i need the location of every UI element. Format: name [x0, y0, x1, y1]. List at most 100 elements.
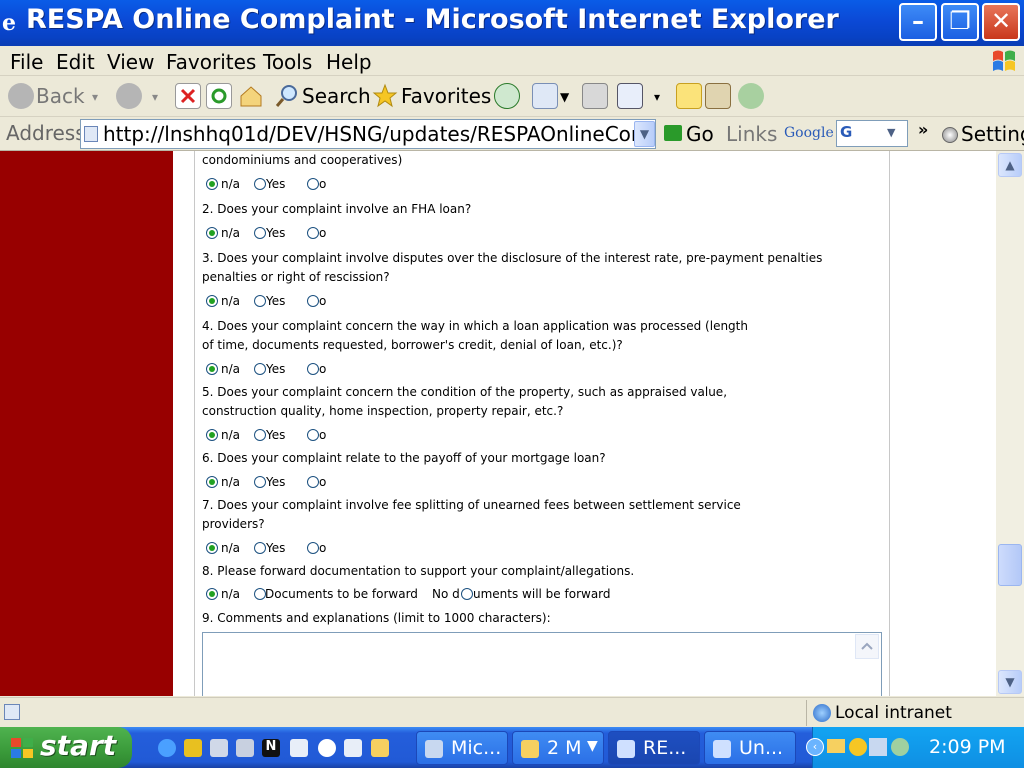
- tray-expand-icon[interactable]: ‹: [806, 738, 824, 756]
- quicklaunch-desktop-icon[interactable]: [344, 739, 362, 757]
- search-icon[interactable]: [274, 83, 300, 109]
- back-button[interactable]: Back: [36, 84, 85, 108]
- links-button[interactable]: Links: [726, 122, 777, 146]
- question-6-text: 6. Does your complaint relate to the pay…: [202, 451, 606, 465]
- task-respa[interactable]: RE...: [608, 731, 700, 765]
- tray-clock-icon[interactable]: [849, 738, 867, 756]
- url-dropdown-icon[interactable]: ▼: [634, 121, 655, 147]
- radio-yes[interactable]: [254, 227, 266, 239]
- search-button[interactable]: Search: [302, 84, 371, 108]
- radio-yes-label: Yes: [266, 226, 286, 240]
- forward-arrow-icon[interactable]: [116, 83, 142, 109]
- task-microsoft[interactable]: Mic...: [416, 731, 508, 765]
- menu-file[interactable]: File: [10, 50, 43, 74]
- home-icon[interactable]: [238, 83, 264, 109]
- radio-yes[interactable]: [254, 295, 266, 307]
- mail-icon[interactable]: [532, 83, 558, 109]
- radio-no-docs[interactable]: [461, 588, 473, 600]
- radio-no[interactable]: [307, 178, 319, 190]
- back-dropdown-icon[interactable]: ▾: [92, 90, 98, 104]
- task-outlook-icon: [425, 740, 443, 758]
- favorites-star-icon[interactable]: [372, 83, 398, 109]
- address-bar: Address http://lnshhq01d/DEV/HSNG/update…: [0, 117, 1024, 151]
- menu-tools[interactable]: Tools: [263, 50, 312, 74]
- radio-na-label: n/a: [221, 541, 241, 555]
- maximize-button[interactable]: ❐: [941, 3, 979, 41]
- radio-na[interactable]: [206, 295, 218, 307]
- scroll-up-button[interactable]: ▲: [998, 153, 1022, 177]
- quicklaunch-media-icon[interactable]: [318, 739, 336, 757]
- tray-mail-icon[interactable]: [827, 739, 845, 753]
- quicklaunch-app-icon[interactable]: [184, 739, 202, 757]
- messenger-icon[interactable]: [738, 83, 764, 109]
- toolbar-overflow-icon[interactable]: »: [918, 120, 928, 139]
- stop-icon[interactable]: [175, 83, 201, 109]
- page-viewport: condominiums and cooperatives) 2. Does y…: [0, 151, 1024, 696]
- edit-dropdown-icon[interactable]: ▾: [654, 90, 660, 104]
- quicklaunch-n-icon[interactable]: N: [262, 739, 280, 757]
- back-arrow-icon[interactable]: [8, 83, 34, 109]
- radio-na[interactable]: [206, 542, 218, 554]
- task-untitled[interactable]: Un...: [704, 731, 796, 765]
- close-button[interactable]: ✕: [982, 3, 1020, 41]
- google-search-box[interactable]: G ▼: [836, 120, 908, 147]
- research-icon[interactable]: [705, 83, 731, 109]
- radio-no[interactable]: [307, 476, 319, 488]
- radio-yes[interactable]: [254, 363, 266, 375]
- settings-button[interactable]: Settings: [961, 122, 1024, 146]
- scroll-down-button[interactable]: ▼: [998, 670, 1022, 694]
- radio-na[interactable]: [206, 429, 218, 441]
- google-dropdown-icon[interactable]: ▼: [887, 126, 895, 139]
- title-bar[interactable]: e RESPA Online Complaint - Microsoft Int…: [0, 0, 1024, 46]
- clock[interactable]: 2:09 PM: [929, 736, 1006, 758]
- minimize-button[interactable]: –: [899, 3, 937, 41]
- quicklaunch-calc-icon[interactable]: [236, 739, 254, 757]
- radio-docs-forward-label: Documents to be forward: [265, 587, 418, 601]
- radio-yes[interactable]: [254, 476, 266, 488]
- go-arrow-icon[interactable]: [664, 125, 682, 141]
- task-group-2[interactable]: 2 M ▼: [512, 731, 604, 765]
- edit-icon[interactable]: [617, 83, 643, 109]
- refresh-icon[interactable]: [206, 83, 232, 109]
- start-button[interactable]: start: [0, 727, 132, 768]
- radio-no[interactable]: [307, 295, 319, 307]
- quicklaunch-window-icon[interactable]: [290, 739, 308, 757]
- radio-no[interactable]: [307, 363, 319, 375]
- radio-no[interactable]: [307, 429, 319, 441]
- question-3-text-line2: penalties or right of rescission?: [202, 270, 390, 284]
- radio-na[interactable]: [206, 476, 218, 488]
- textarea-scroll-up-button[interactable]: [855, 634, 879, 659]
- radio-yes[interactable]: [254, 542, 266, 554]
- forward-dropdown-icon[interactable]: ▾: [152, 90, 158, 104]
- radio-yes[interactable]: [254, 429, 266, 441]
- menu-favorites[interactable]: Favorites: [166, 50, 256, 74]
- radio-na[interactable]: [206, 178, 218, 190]
- radio-na[interactable]: [206, 363, 218, 375]
- quicklaunch-folder-icon[interactable]: [371, 739, 389, 757]
- radio-no[interactable]: [307, 227, 319, 239]
- discuss-icon[interactable]: [676, 83, 702, 109]
- radio-na[interactable]: [206, 588, 218, 600]
- menu-help[interactable]: Help: [326, 50, 372, 74]
- content-border-left: [194, 151, 195, 696]
- url-input[interactable]: http://lnshhq01d/DEV/HSNG/updates/RESPAO…: [80, 119, 656, 149]
- history-icon[interactable]: [494, 83, 520, 109]
- scroll-thumb[interactable]: [998, 544, 1022, 586]
- quicklaunch-explorer-icon[interactable]: [210, 739, 228, 757]
- settings-radio-icon[interactable]: [942, 127, 958, 143]
- print-icon[interactable]: [582, 83, 608, 109]
- radio-no-label: o: [319, 177, 327, 191]
- favorites-button[interactable]: Favorites: [401, 84, 491, 108]
- quicklaunch-ie-icon[interactable]: [158, 739, 176, 757]
- page-scrollbar[interactable]: ▲ ▼: [996, 151, 1024, 696]
- radio-yes[interactable]: [254, 178, 266, 190]
- comments-textarea[interactable]: [202, 632, 882, 696]
- radio-na[interactable]: [206, 227, 218, 239]
- tray-network-icon[interactable]: [869, 738, 887, 756]
- radio-no[interactable]: [307, 542, 319, 554]
- mail-dropdown-icon[interactable]: ▼: [560, 90, 569, 104]
- menu-view[interactable]: View: [107, 50, 154, 74]
- tray-security-icon[interactable]: [891, 738, 909, 756]
- menu-edit[interactable]: Edit: [56, 50, 95, 74]
- go-button[interactable]: Go: [686, 122, 714, 146]
